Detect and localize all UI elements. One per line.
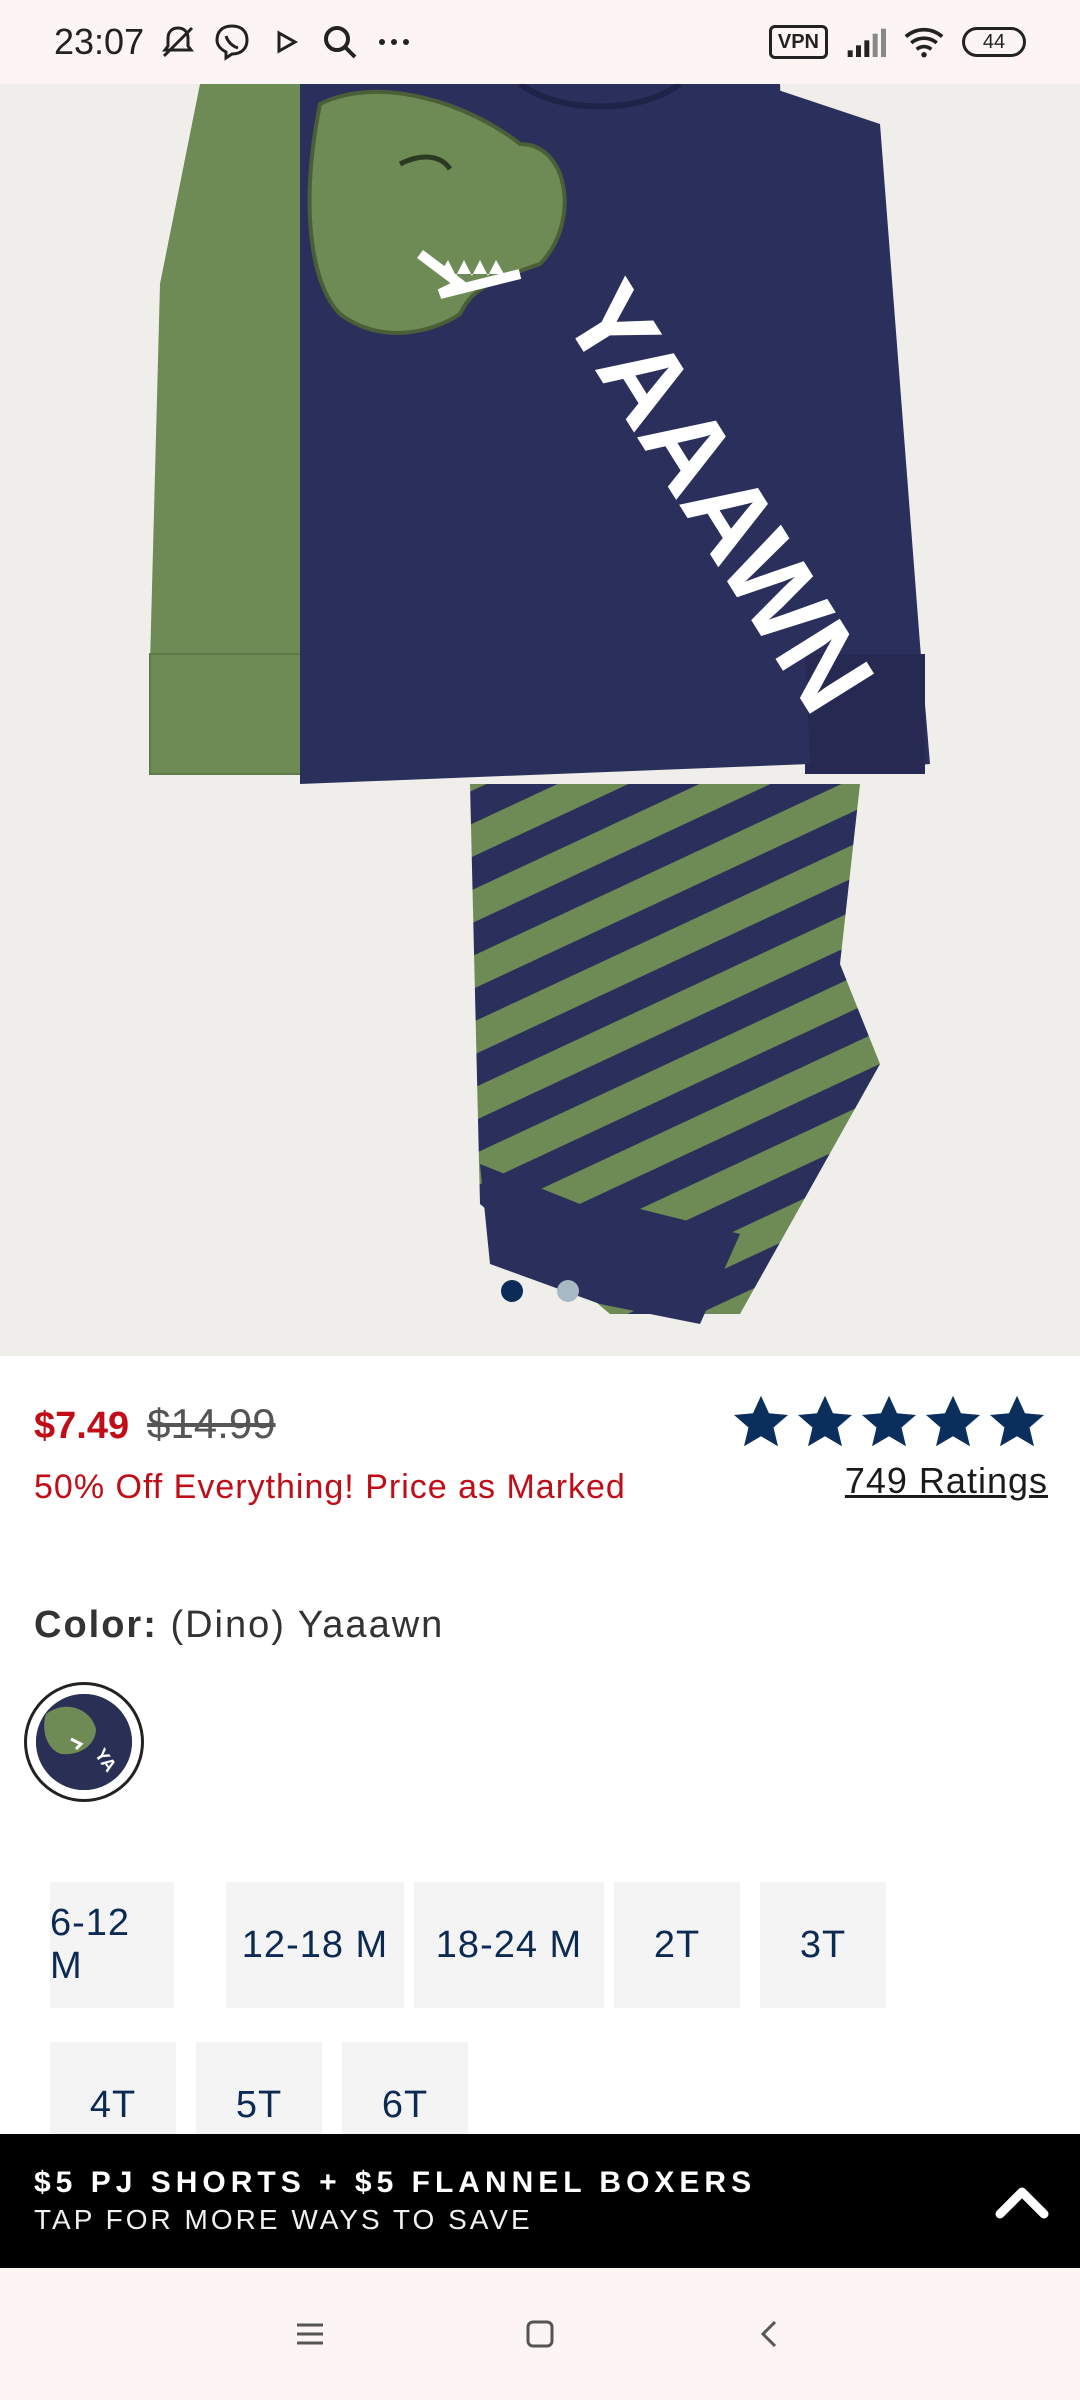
search-icon xyxy=(320,22,360,62)
product-image-carousel[interactable]: YAAAWN xyxy=(0,84,1080,1356)
color-row: Color: (Dino) Yaaawn xyxy=(34,1604,444,1647)
color-swatch-dino-yaaawn[interactable]: YA xyxy=(24,1682,144,1802)
promo-banner-subtitle: TAP FOR MORE WAYS TO SAVE xyxy=(34,2204,533,2235)
vpn-badge: VPN xyxy=(768,25,828,59)
ratings-link[interactable]: 749 Ratings xyxy=(845,1460,1048,1502)
sale-price: $7.49 xyxy=(34,1405,130,1447)
star-icon xyxy=(990,1395,1044,1447)
play-icon xyxy=(266,22,306,62)
original-price: $14.99 xyxy=(147,1400,276,1447)
color-label: Color: xyxy=(34,1604,158,1646)
promo-banner-title: $5 PJ SHORTS + $5 FLANNEL BOXERS xyxy=(34,2166,757,2199)
price-block: $7.49 $14.99 50% Off Everything! Price a… xyxy=(34,1400,634,1512)
status-time: 23:07 xyxy=(54,21,145,62)
rating-block: 749 Ratings xyxy=(730,1392,1048,1502)
star-icon xyxy=(734,1395,788,1447)
promo-text: 50% Off Everything! Price as Marked xyxy=(34,1468,626,1506)
viber-icon xyxy=(212,22,252,62)
more-icon xyxy=(374,22,414,62)
color-value: (Dino) Yaaawn xyxy=(170,1604,445,1646)
system-nav-bar xyxy=(0,2268,1080,2400)
battery-icon: 44 xyxy=(962,27,1026,57)
star-icon xyxy=(798,1395,852,1447)
size-button[interactable]: 18-24 M xyxy=(414,1882,604,2008)
size-button[interactable]: 3T xyxy=(760,1882,886,2008)
size-button[interactable]: 12-18 M xyxy=(226,1882,404,2008)
mute-icon xyxy=(158,22,198,62)
wifi-icon xyxy=(904,22,944,62)
product-image: YAAAWN xyxy=(0,84,1080,1356)
status-bar: 23:07 VPN 44 xyxy=(0,0,1080,84)
chevron-up-icon[interactable] xyxy=(992,2172,1052,2232)
swatch-image: YA xyxy=(36,1694,132,1790)
signal-icon xyxy=(846,22,886,62)
star-rating xyxy=(730,1392,1048,1452)
star-icon xyxy=(862,1395,916,1447)
menu-icon[interactable] xyxy=(285,2309,335,2359)
carousel-dot-1[interactable] xyxy=(501,1280,523,1302)
promo-banner[interactable]: $5 PJ SHORTS + $5 FLANNEL BOXERS TAP FOR… xyxy=(0,2134,1080,2268)
carousel-indicators xyxy=(0,1280,1080,1302)
size-button[interactable]: 2T xyxy=(614,1882,740,2008)
star-icon xyxy=(926,1395,980,1447)
home-icon[interactable] xyxy=(515,2309,565,2359)
carousel-dot-2[interactable] xyxy=(557,1280,579,1302)
size-button[interactable]: 6-12 M xyxy=(50,1882,174,2008)
back-icon[interactable] xyxy=(745,2309,795,2359)
